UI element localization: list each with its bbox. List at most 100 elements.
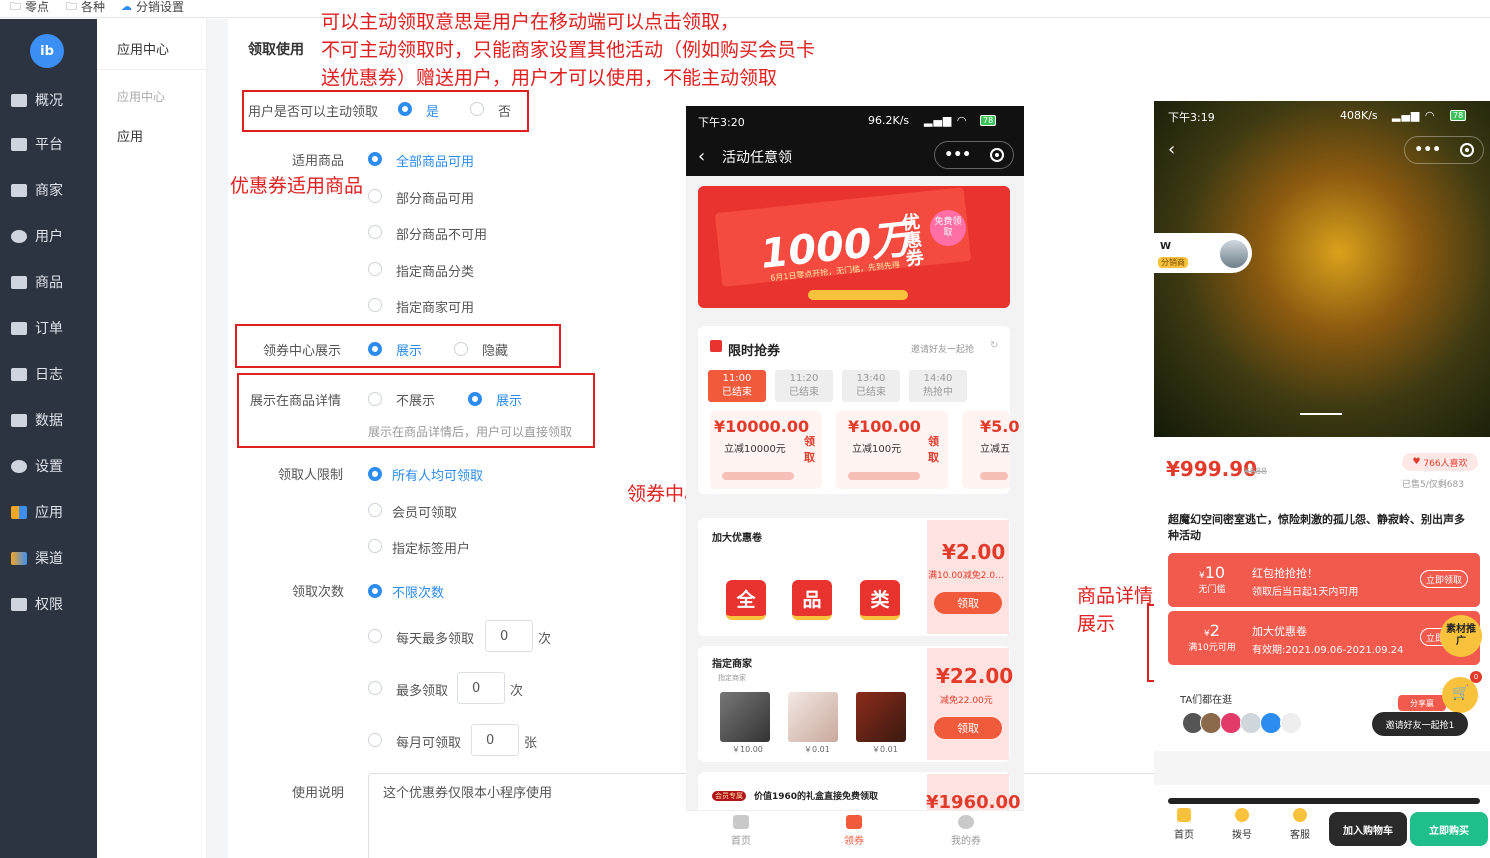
like-count: 766人喜欢 bbox=[1423, 458, 1468, 469]
back-icon[interactable]: ‹ bbox=[698, 146, 705, 167]
shop-icon bbox=[11, 183, 27, 197]
add-to-cart-button[interactable]: 加入购物车 bbox=[1329, 812, 1407, 846]
applicable-radio[interactable] bbox=[368, 262, 382, 276]
applicable-option[interactable]: 指定商家可用 bbox=[396, 297, 474, 316]
time-slot[interactable]: 13:40 已结束 bbox=[842, 370, 900, 402]
slot-state: 已结束 bbox=[856, 387, 886, 398]
claimer-radio[interactable] bbox=[368, 539, 382, 553]
avatar bbox=[1260, 712, 1282, 734]
times-max-label[interactable]: 最多领取 bbox=[396, 680, 448, 699]
times-daily-input[interactable]: 0 bbox=[485, 620, 533, 652]
battery-icon: 78 bbox=[980, 115, 997, 126]
times-daily-label[interactable]: 每天最多领取 bbox=[396, 628, 474, 647]
usage-textarea[interactable]: 这个优惠券仅限本小程序使用 bbox=[368, 773, 698, 858]
claim-button[interactable]: 领取 bbox=[934, 717, 1002, 739]
annotation-text: 商品详情 bbox=[1077, 585, 1154, 607]
subnav-item-apps[interactable]: 应用 bbox=[117, 126, 143, 145]
applicable-option[interactable]: 全部商品可用 bbox=[396, 151, 474, 170]
claim-button[interactable]: 领取 bbox=[934, 592, 1002, 614]
times-daily-radio[interactable] bbox=[368, 629, 382, 643]
sidebar-item-platform[interactable]: 平台 bbox=[0, 129, 97, 159]
tab-coupons[interactable]: 领券 bbox=[824, 811, 884, 847]
times-max-radio[interactable] bbox=[368, 681, 382, 695]
claimer-radio[interactable] bbox=[368, 503, 382, 517]
applicable-option[interactable]: 部分商品可用 bbox=[396, 188, 474, 207]
sidebar-item-goods[interactable]: 商品 bbox=[0, 267, 97, 297]
claimer-radio[interactable] bbox=[368, 467, 382, 481]
claimer-option[interactable]: 指定标签用户 bbox=[392, 538, 470, 557]
applicable-radio[interactable] bbox=[368, 189, 382, 203]
cloud-icon: ☁ bbox=[121, 0, 132, 13]
highlight-box bbox=[242, 90, 529, 132]
sidebar-item-shop[interactable]: 商家 bbox=[0, 175, 97, 205]
times-monthly-radio[interactable] bbox=[368, 733, 382, 747]
goods-icon bbox=[11, 275, 27, 289]
applicable-option[interactable]: 指定商品分类 bbox=[396, 261, 474, 280]
signal-icon: ▂▄▆ ◠ bbox=[924, 114, 968, 127]
sidebar-item-user[interactable]: 用户 bbox=[0, 221, 97, 251]
tab-my-coupons[interactable]: 我的券 bbox=[936, 811, 996, 847]
detail-coupon[interactable]: ¥2 满10元可用 加大优惠卷 有效期:2021.09.06-2021.09.24… bbox=[1168, 611, 1480, 665]
applicable-radio[interactable] bbox=[368, 298, 382, 312]
annotation-text: 可以主动领取意思是用户在移动端可以点击领取， bbox=[321, 11, 740, 33]
bookmark-item[interactable]: 🗀 各种 bbox=[66, 0, 105, 14]
times-monthly-input[interactable]: 0 bbox=[471, 724, 519, 756]
sidebar-item-settings[interactable]: 设置 bbox=[0, 451, 97, 481]
visitors-label: TA们都在逛 bbox=[1180, 695, 1233, 706]
bottom-tab-service[interactable]: 客服 bbox=[1280, 808, 1320, 841]
times-unlimited-radio[interactable] bbox=[368, 584, 382, 598]
sidebar-item-permission[interactable]: 权限 bbox=[0, 589, 97, 619]
invite-friends-button[interactable]: 邀请好友一起抢1 bbox=[1372, 712, 1468, 736]
product-thumbnail[interactable] bbox=[720, 692, 770, 742]
applicable-radio[interactable] bbox=[368, 225, 382, 239]
times-monthly-label[interactable]: 每月可领取 bbox=[396, 732, 461, 751]
time-slot[interactable]: 11:00 已结束 bbox=[708, 370, 766, 402]
sidebar-item-data[interactable]: 数据 bbox=[0, 405, 97, 435]
sidebar-item-order[interactable]: 订单 bbox=[0, 313, 97, 343]
product-thumbnail[interactable] bbox=[788, 692, 838, 742]
sidebar-item-overview[interactable]: 概况 bbox=[0, 85, 97, 115]
bottom-tab-home[interactable]: 首页 bbox=[1164, 808, 1204, 841]
price-value: 2.00 bbox=[955, 540, 1006, 564]
flash-coupon-grab[interactable]: 领取 bbox=[928, 434, 942, 466]
tab-home[interactable]: 首页 bbox=[711, 811, 771, 847]
claimer-option[interactable]: 会员可领取 bbox=[392, 502, 457, 521]
sidebar-item-channel[interactable]: 渠道 bbox=[0, 543, 97, 573]
price-value: 5.0 bbox=[991, 417, 1020, 436]
refresh-icon[interactable]: ↻ bbox=[990, 340, 998, 351]
flash-coupon-grab[interactable]: 领取 bbox=[804, 434, 818, 466]
promo-banner[interactable]: 1000万 优惠券 免费领取 6月1日零点开抢，无门槛，先到先得 bbox=[698, 186, 1010, 308]
applicable-radio[interactable] bbox=[368, 152, 382, 166]
back-icon[interactable]: ‹ bbox=[1168, 139, 1175, 160]
claimer-option[interactable]: 所有人均可领取 bbox=[392, 465, 483, 484]
close-target-icon[interactable] bbox=[1459, 143, 1474, 157]
times-unlimited-label[interactable]: 不限次数 bbox=[392, 582, 444, 601]
invite-link[interactable]: 邀请好友一起抢 bbox=[911, 342, 974, 355]
bottom-tab-dial[interactable]: 拨号 bbox=[1222, 808, 1262, 841]
times-max-input[interactable]: 0 bbox=[457, 672, 505, 704]
sold-count: 已售5/仅剩683 bbox=[1402, 480, 1464, 490]
logo[interactable]: ib bbox=[30, 34, 64, 68]
bookmark-bar: 🗀 零点 🗀 各种 ☁ 分销设置 bbox=[0, 0, 1490, 18]
close-target-icon[interactable] bbox=[989, 148, 1004, 162]
like-button[interactable]: ♥ 766人喜欢 bbox=[1402, 453, 1478, 471]
bookmark-item[interactable]: 🗀 零点 bbox=[10, 0, 49, 14]
detail-coupon[interactable]: ¥10 无门槛 红包抢抢抢！ 领取后当日起1天内可用 立即领取 bbox=[1168, 553, 1480, 607]
time-slot[interactable]: 11:20 已结束 bbox=[775, 370, 833, 402]
sidebar-item-log[interactable]: 日志 bbox=[0, 359, 97, 389]
miniapp-capsule[interactable]: ••• bbox=[934, 141, 1014, 169]
claim-now-button[interactable]: 立即领取 bbox=[1420, 570, 1468, 588]
slot-state: 热抢中 bbox=[923, 387, 953, 398]
avatar bbox=[1220, 712, 1242, 734]
more-icon[interactable]: ••• bbox=[1414, 142, 1441, 158]
buy-now-button[interactable]: 立即购买 bbox=[1410, 812, 1488, 846]
bookmark-item[interactable]: ☁ 分销设置 bbox=[121, 0, 184, 14]
time-slot[interactable]: 14:40 热抢中 bbox=[909, 370, 967, 402]
coupon-validity: 领取后当日起1天内可用 bbox=[1252, 587, 1359, 598]
promo-material-button[interactable]: 素材推广 bbox=[1440, 615, 1482, 657]
more-icon[interactable]: ••• bbox=[944, 147, 971, 163]
sidebar-item-apps[interactable]: 应用 bbox=[0, 497, 97, 527]
product-thumbnail[interactable] bbox=[856, 692, 906, 742]
miniapp-capsule[interactable]: ••• bbox=[1404, 136, 1484, 164]
applicable-option[interactable]: 部分商品不可用 bbox=[396, 224, 487, 243]
